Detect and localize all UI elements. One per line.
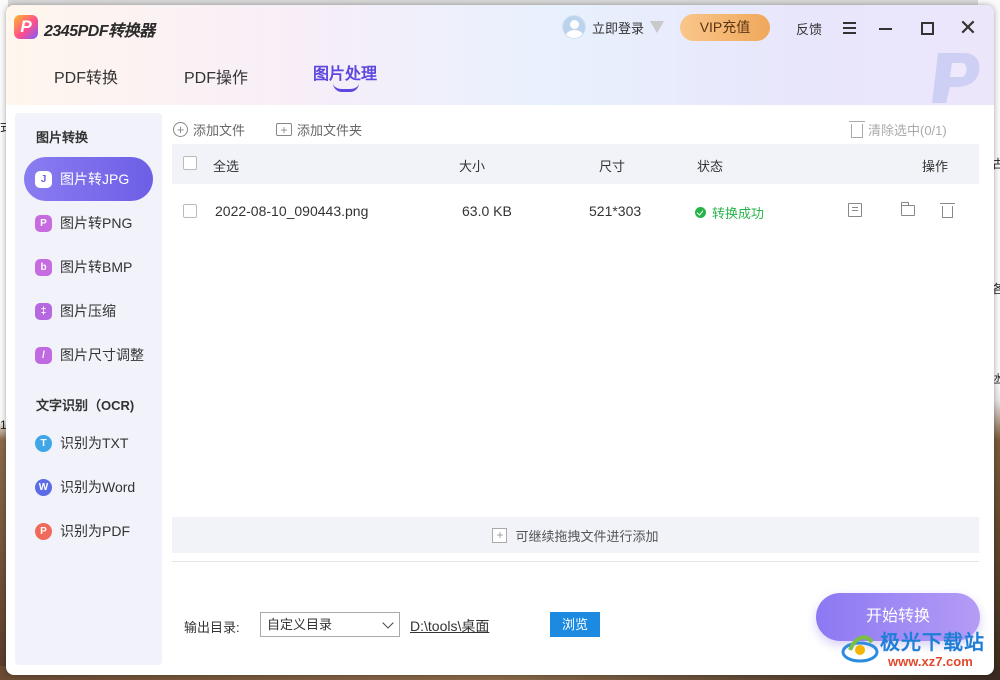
sidebar-item-label: 图片尺寸调整: [60, 347, 144, 363]
add-square-icon: +: [492, 527, 508, 543]
select-all-checkbox[interactable]: [183, 156, 197, 170]
image-resize-icon: /: [35, 346, 52, 364]
menu-icon[interactable]: [836, 15, 862, 41]
app-window: P 2345PDF转换器 立即登录 VIP充值 反馈 ✕ PDF转换 PDF操作…: [6, 5, 994, 675]
site-watermark: 极光下载站 www.xz7.com: [840, 624, 996, 676]
divider: [172, 561, 979, 562]
add-file-label: 添加文件: [193, 123, 246, 138]
sidebar-item-image-compress[interactable]: ‡ 图片压缩: [24, 289, 153, 333]
vip-diamond-icon: [650, 21, 665, 33]
site-url: www.xz7.com: [888, 654, 973, 669]
row-checkbox[interactable]: [183, 204, 197, 218]
title-bar: P 2345PDF转换器 立即登录 VIP充值 反馈 ✕ PDF转换 PDF操作…: [6, 5, 994, 105]
dropzone-text: 可继续拖拽文件进行添加: [515, 528, 659, 544]
feedback-link[interactable]: 反馈: [796, 19, 822, 38]
browse-button[interactable]: 浏览: [550, 612, 600, 637]
sidebar-item-image-to-jpg[interactable]: J 图片转JPG: [24, 157, 153, 201]
file-table-header: 全选 大小 尺寸 状态 操作: [172, 144, 979, 184]
trash-icon: [849, 121, 865, 138]
site-name: 极光下载站: [880, 632, 985, 654]
sidebar-item-label: 图片转JPG: [60, 171, 130, 187]
sidebar-item-ocr-txt[interactable]: T 识别为TXT: [24, 421, 153, 465]
header-dimensions: 尺寸: [599, 159, 626, 174]
sidebar-item-label: 图片压缩: [60, 303, 116, 319]
login-area[interactable]: 立即登录: [562, 15, 665, 39]
active-tab-indicator: [333, 83, 359, 92]
sidebar-section-ocr: 文字识别（OCR): [36, 398, 135, 413]
tab-image-processing[interactable]: 图片处理: [313, 60, 377, 84]
drag-drop-zone[interactable]: + 可继续拖拽文件进行添加: [172, 517, 979, 553]
file-dimensions: 521*303: [589, 203, 642, 219]
header-select-all[interactable]: 全选: [213, 156, 239, 175]
sidebar-item-image-to-bmp[interactable]: b 图片转BMP: [24, 245, 153, 289]
clear-selected-label: 清除选中(0/1): [868, 123, 947, 138]
table-row: 2022-08-10_090443.png 63.0 KB 521*303 转换…: [172, 191, 979, 231]
delete-row-icon[interactable]: [940, 203, 955, 218]
pdf-watermark-icon: [932, 53, 980, 103]
avatar-icon[interactable]: [562, 15, 586, 39]
header-actions: 操作: [922, 159, 949, 174]
sidebar-item-label: 图片转BMP: [60, 259, 133, 275]
image-compress-icon: ‡: [35, 302, 52, 320]
close-icon[interactable]: ✕: [955, 15, 981, 41]
app-logo-icon: P: [14, 15, 38, 39]
sidebar-item-image-resize[interactable]: / 图片尺寸调整: [24, 333, 153, 377]
ocr-txt-icon: T: [35, 434, 52, 452]
image-png-icon: P: [35, 214, 52, 232]
app-title: 2345PDF转换器: [44, 23, 155, 40]
add-circle-icon: +: [173, 122, 188, 137]
ocr-word-icon: W: [35, 478, 52, 496]
status-text: 转换成功: [712, 206, 765, 221]
add-folder-icon: +: [276, 123, 292, 136]
sidebar-item-label: 识别为PDF: [60, 523, 130, 539]
ocr-pdf-icon: P: [35, 522, 52, 540]
sidebar-item-label: 识别为TXT: [60, 435, 129, 451]
sidebar-section-image-convert: 图片转换: [36, 130, 89, 145]
file-size: 63.0 KB: [462, 203, 512, 219]
clear-selected-button[interactable]: 清除选中(0/1): [849, 120, 947, 139]
image-jpg-icon: J: [35, 170, 52, 188]
file-name: 2022-08-10_090443.png: [215, 203, 369, 219]
output-dir-selected: 自定义目录: [267, 617, 333, 632]
success-check-icon: [695, 207, 706, 218]
header-size: 大小: [459, 159, 486, 174]
status-badge: 转换成功: [695, 203, 764, 222]
login-link[interactable]: 立即登录: [592, 18, 644, 37]
tab-pdf-convert[interactable]: PDF转换: [54, 64, 118, 88]
sidebar-item-ocr-word[interactable]: W 识别为Word: [24, 465, 153, 509]
sidebar: 图片转换 J 图片转JPG P 图片转PNG b 图片转BMP ‡ 图片压缩 /…: [15, 113, 162, 665]
chevron-down-icon: [382, 617, 394, 629]
sidebar-item-ocr-pdf[interactable]: P 识别为PDF: [24, 509, 153, 553]
add-file-button[interactable]: + 添加文件: [173, 120, 245, 139]
output-path-link[interactable]: D:\tools\桌面: [410, 616, 489, 636]
site-logo-icon: [841, 635, 879, 663]
open-folder-icon[interactable]: [901, 202, 915, 216]
vip-recharge-button[interactable]: VIP充值: [680, 14, 770, 41]
sidebar-item-label: 识别为Word: [60, 479, 136, 495]
open-file-icon[interactable]: [848, 203, 862, 217]
output-dir-select[interactable]: 自定义目录: [260, 612, 400, 637]
tab-pdf-operations[interactable]: PDF操作: [184, 64, 248, 88]
maximize-icon[interactable]: [914, 15, 940, 41]
image-bmp-icon: b: [35, 258, 52, 276]
minimize-icon[interactable]: [872, 15, 898, 41]
add-folder-button[interactable]: + 添加文件夹: [276, 120, 362, 139]
header-status: 状态: [697, 159, 724, 174]
sidebar-item-image-to-png[interactable]: P 图片转PNG: [24, 201, 153, 245]
add-folder-label: 添加文件夹: [297, 123, 363, 138]
sidebar-item-label: 图片转PNG: [60, 215, 133, 231]
output-dir-label: 输出目录:: [184, 620, 240, 635]
